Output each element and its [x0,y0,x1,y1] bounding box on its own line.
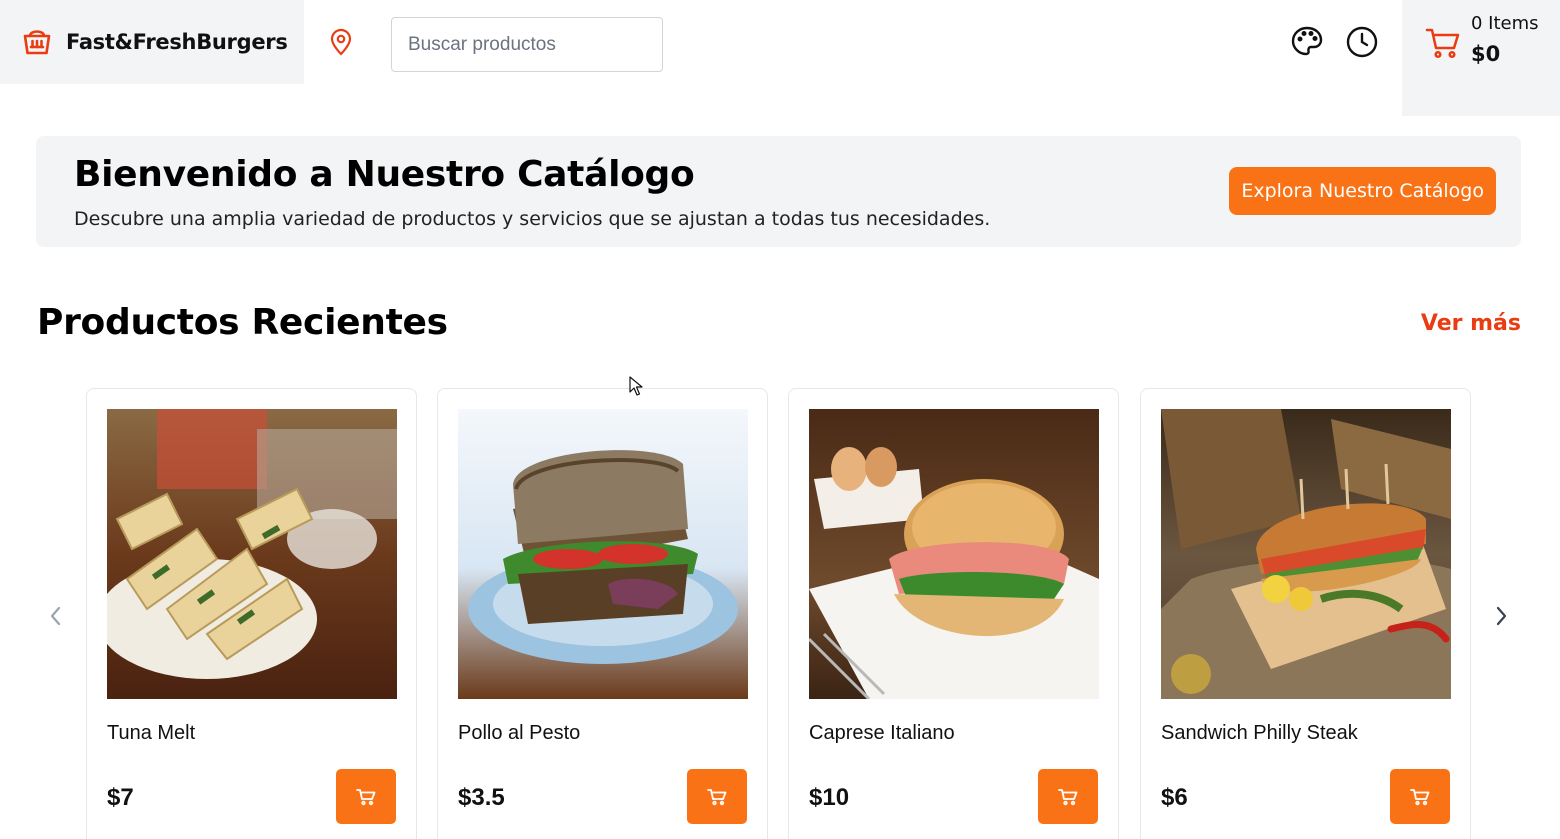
brand[interactable]: Fast&FreshBurgers [0,0,304,84]
see-more-link[interactable]: Ver más [1421,311,1521,336]
product-price: $7 [107,784,134,811]
cart-icon [356,788,376,805]
product-price: $6 [1161,784,1188,811]
carousel-next-button[interactable] [1488,603,1514,629]
product-name: Tuna Melt [107,722,196,744]
product-card[interactable]: Sandwich Philly Steak $6 [1140,388,1471,839]
explore-catalog-button[interactable]: Explora Nuestro Catálogo [1229,167,1496,215]
add-to-cart-button[interactable] [336,769,396,824]
product-name: Caprese Italiano [809,722,955,744]
section-title: Productos Recientes [37,302,448,343]
cart-icon [707,788,727,805]
cart-icon [1410,788,1430,805]
add-to-cart-button[interactable] [1038,769,1098,824]
product-price: $3.5 [458,784,505,811]
product-image[interactable] [107,409,397,699]
add-to-cart-button[interactable] [687,769,747,824]
brand-name: Fast&FreshBurgers [66,30,288,54]
carousel-prev-button[interactable] [43,603,69,629]
palette-icon[interactable] [1290,24,1324,58]
product-name: Sandwich Philly Steak [1161,722,1358,744]
cart-summary[interactable]: 0 Items $0 [1402,0,1560,116]
banner-subtitle: Descubre una amplia variedad de producto… [74,208,991,230]
product-card[interactable]: Tuna Melt $7 [86,388,417,839]
cart-total: $0 [1471,42,1501,66]
chevron-left-icon [50,606,61,626]
banner-title: Bienvenido a Nuestro Catálogo [74,154,695,195]
product-image[interactable] [1161,409,1451,699]
product-image[interactable] [458,409,748,699]
welcome-banner: Bienvenido a Nuestro Catálogo Descubre u… [36,136,1521,247]
product-name: Pollo al Pesto [458,722,581,744]
product-card[interactable]: Caprese Italiano $10 [788,388,1119,839]
cart-icon [1058,788,1078,805]
add-to-cart-button[interactable] [1390,769,1450,824]
mouse-cursor [629,376,643,396]
product-image[interactable] [809,409,1099,699]
search-input[interactable] [391,17,663,72]
product-card[interactable]: Pollo al Pesto $3.5 [437,388,768,839]
cart-items-count: 0 Items [1471,13,1539,34]
cart-icon [1425,26,1461,60]
clock-icon[interactable] [1345,25,1379,59]
product-price: $10 [809,784,850,811]
map-pin-icon[interactable] [328,28,354,56]
chevron-right-icon [1496,606,1507,626]
store-basket-icon [21,26,53,58]
